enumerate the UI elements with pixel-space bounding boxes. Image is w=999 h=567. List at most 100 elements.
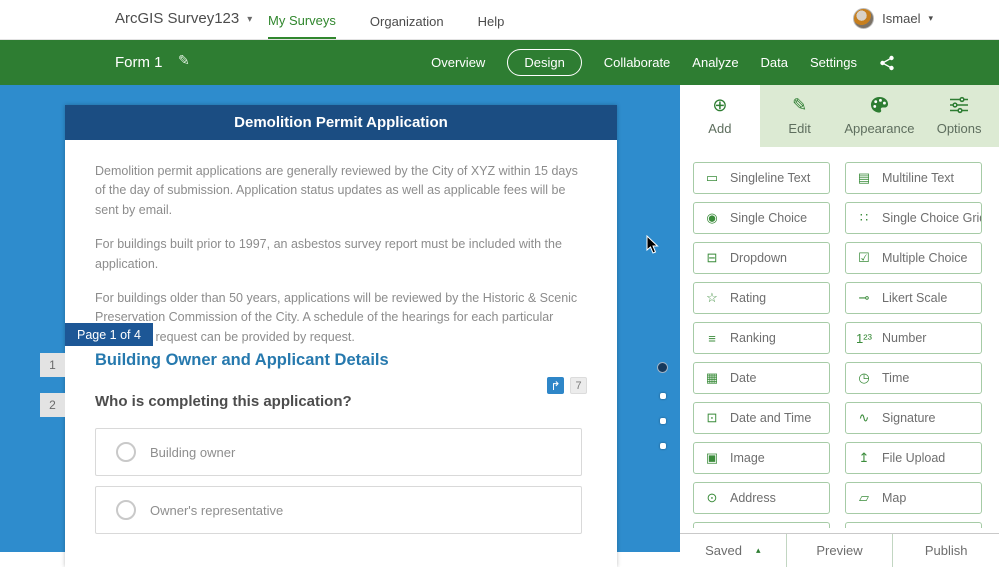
number-icon: 1²³ [856, 330, 872, 346]
section-heading[interactable]: Building Owner and Applicant Details [95, 351, 389, 370]
caret-down-icon: ▾ [928, 13, 933, 23]
calendar-clock-icon: ⊡ [706, 410, 718, 425]
note-paragraph: Demolition permit applications are gener… [95, 164, 578, 217]
add-map-button[interactable]: ▱ Map [845, 482, 982, 514]
dropdown-icon: ⊟ [706, 250, 718, 265]
panel-tabs: ⊕ Add ✎ Edit Appearance Options [680, 85, 999, 147]
share-icon[interactable] [879, 55, 895, 71]
menu-design-active[interactable]: Design [507, 49, 582, 76]
page-dot-1-active[interactable] [657, 362, 668, 373]
nav-help[interactable]: Help [478, 3, 505, 38]
calendar-icon: ▦ [705, 370, 719, 385]
radio-icon[interactable] [116, 500, 136, 520]
form-title: Form 1 [115, 54, 163, 71]
app-brand-label: ArcGIS Survey123 [115, 10, 240, 27]
singleline-text-icon: ▭ [705, 170, 719, 185]
menu-collaborate[interactable]: Collaborate [604, 55, 671, 70]
menu-settings[interactable]: Settings [810, 55, 857, 70]
branch-logic-icon[interactable]: ↱ [547, 377, 564, 394]
page-dot-2[interactable] [660, 393, 666, 399]
note-paragraph: For buildings older than 50 years, appli… [95, 290, 578, 344]
add-single-choice-button[interactable]: ◉ Single Choice [693, 202, 830, 234]
add-singleline-text-button[interactable]: ▭ Singleline Text [693, 162, 830, 194]
add-rating-button[interactable]: ☆ Rating [693, 282, 830, 314]
form-menu: Overview Design Collaborate Analyze Data… [431, 40, 895, 85]
add-single-choice-grid-button[interactable]: ∷ Single Choice Grid [845, 202, 982, 234]
add-file-upload-button[interactable]: ↥ File Upload [845, 442, 982, 474]
caret-down-icon: ▾ [247, 14, 253, 25]
ranking-icon: ≡ [708, 330, 716, 346]
question-number-1[interactable]: 1 [40, 353, 65, 377]
user-avatar [853, 8, 875, 29]
star-icon: ☆ [706, 290, 718, 305]
clock-icon: ◷ [858, 370, 870, 385]
pencil-icon: ✎ [792, 95, 808, 115]
option-building-owner[interactable]: Building owner [95, 428, 582, 476]
option-label: Building owner [150, 444, 236, 460]
add-time-button[interactable]: ◷ Time [845, 362, 982, 394]
option-label: Owner's representative [150, 502, 284, 518]
app-brand-menu[interactable]: ArcGIS Survey123 ▾ [115, 10, 252, 27]
saved-label: Saved [705, 543, 742, 558]
add-signature-button[interactable]: ∿ Signature [845, 402, 982, 434]
menu-overview[interactable]: Overview [431, 55, 485, 70]
designer-side-panel: ⊕ Add ✎ Edit Appearance Options ▭ Single… [680, 85, 999, 567]
tab-edit[interactable]: ✎ Edit [759, 85, 840, 147]
add-likert-scale-button[interactable]: ⊸ Likert Scale [845, 282, 982, 314]
user-menu[interactable]: Ismael ▾ [853, 8, 933, 29]
page-dot-3[interactable] [660, 418, 666, 424]
add-dropdown-button[interactable]: ⊟ Dropdown [693, 242, 830, 274]
form-toolbar: Form 1 ✎ Overview Design Collaborate Ana… [0, 40, 999, 85]
page-dot-4[interactable] [660, 443, 666, 449]
form-note-text[interactable]: Demolition permit applications are gener… [65, 140, 617, 347]
user-name: Ismael [882, 11, 921, 26]
top-app-bar: ArcGIS Survey123 ▾ My Surveys Organizatio… [0, 0, 999, 40]
image-icon: ▣ [705, 450, 719, 465]
page-indicator-badge[interactable]: Page 1 of 4 [65, 323, 153, 346]
design-canvas: 1 2 Demolition Permit Application Demoli… [0, 85, 680, 567]
multiline-text-icon: ▤ [857, 170, 871, 185]
menu-data[interactable]: Data [761, 55, 788, 70]
add-multiline-text-button[interactable]: ▤ Multiline Text [845, 162, 982, 194]
likert-icon: ⊸ [858, 290, 870, 305]
preview-button[interactable]: Preview [785, 534, 893, 567]
signature-icon: ∿ [858, 410, 870, 425]
branch-logic-row: ↱ 7 [547, 377, 587, 394]
form-header: Demolition Permit Application [65, 105, 617, 140]
add-image-button[interactable]: ▣ Image [693, 442, 830, 474]
mouse-cursor [646, 235, 659, 254]
publish-button[interactable]: Publish [892, 534, 999, 567]
panel-footer: Saved ▴ Preview Publish [680, 533, 999, 567]
question-number-2[interactable]: 2 [40, 393, 65, 417]
circle-plus-icon: ⊕ [712, 95, 728, 115]
tab-options[interactable]: Options [919, 85, 999, 147]
location-pin-icon: ⊙ [706, 490, 718, 505]
add-multiple-choice-button[interactable]: ☑ Multiple Choice [845, 242, 982, 274]
top-navigation: My Surveys Organization Help [268, 0, 504, 40]
nav-my-surveys[interactable]: My Surveys [268, 2, 336, 39]
partially-visible-button[interactable] [693, 522, 830, 528]
tab-appearance[interactable]: Appearance [839, 85, 920, 147]
add-ranking-button[interactable]: ≡ Ranking [693, 322, 830, 354]
add-date-button[interactable]: ▦ Date [693, 362, 830, 394]
note-paragraph: For buildings built prior to 1997, an as… [95, 237, 562, 271]
upload-icon: ↥ [858, 450, 870, 465]
add-number-button[interactable]: 1²³ Number [845, 322, 982, 354]
radio-grid-icon: ∷ [859, 210, 869, 225]
caret-up-icon: ▴ [756, 545, 761, 555]
add-address-button[interactable]: ⊙ Address [693, 482, 830, 514]
question-type-palette: ▭ Singleline Text ▤ Multiline Text ◉ Sin… [680, 147, 999, 528]
tab-add[interactable]: ⊕ Add [680, 85, 760, 147]
option-owners-representative[interactable]: Owner's representative [95, 486, 582, 534]
menu-analyze[interactable]: Analyze [692, 55, 738, 70]
question-title[interactable]: Who is completing this application? [95, 393, 352, 410]
palette-icon [870, 96, 889, 116]
nav-organization[interactable]: Organization [370, 3, 444, 38]
checkbox-icon: ☑ [858, 250, 870, 265]
radio-icon[interactable] [116, 442, 136, 462]
partially-visible-button[interactable] [845, 522, 982, 528]
add-date-and-time-button[interactable]: ⊡ Date and Time [693, 402, 830, 434]
branch-count-badge[interactable]: 7 [570, 377, 587, 394]
rename-pencil-icon[interactable]: ✎ [178, 52, 190, 69]
saved-status-button[interactable]: Saved ▴ [680, 534, 786, 567]
